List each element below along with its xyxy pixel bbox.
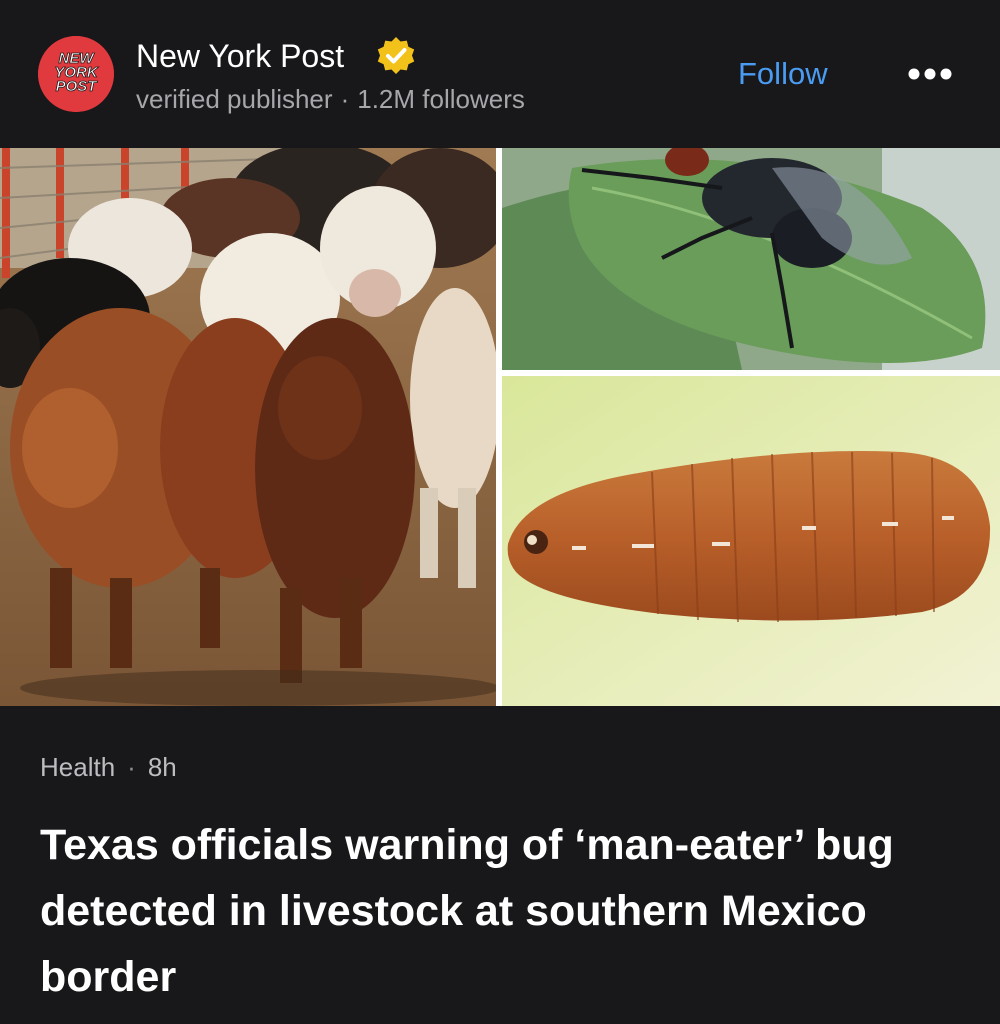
publisher-name[interactable]: New York Post xyxy=(136,36,344,76)
follow-button[interactable]: Follow xyxy=(738,52,828,96)
verified-badge-icon xyxy=(374,34,418,78)
article-meta: Health · 8h xyxy=(40,750,177,784)
meta-dot: · xyxy=(340,84,350,114)
publisher-subtitle: verified publisher · 1.2M followers xyxy=(136,82,525,116)
verified-publisher-label: verified publisher xyxy=(136,84,333,114)
more-options-icon[interactable] xyxy=(900,54,960,94)
fly-on-leaf-photo[interactable] xyxy=(502,148,1000,370)
article-age: 8h xyxy=(147,752,177,782)
meta-separator: · xyxy=(127,752,136,782)
category-label[interactable]: Health xyxy=(40,752,115,782)
article-headline[interactable]: Texas officials warning of ‘man-eater’ b… xyxy=(40,812,940,1010)
larva-photo[interactable] xyxy=(502,376,1000,706)
news-card[interactable]: NEW YORK POST New York Post verified pub… xyxy=(0,0,1000,1024)
svg-text:POST: POST xyxy=(56,78,99,95)
follower-count: 1.2M followers xyxy=(357,84,525,114)
cattle-herd-photo[interactable] xyxy=(0,148,496,706)
publisher-logo[interactable]: NEW YORK POST xyxy=(38,36,114,112)
publisher-header: NEW YORK POST New York Post verified pub… xyxy=(0,0,1000,148)
